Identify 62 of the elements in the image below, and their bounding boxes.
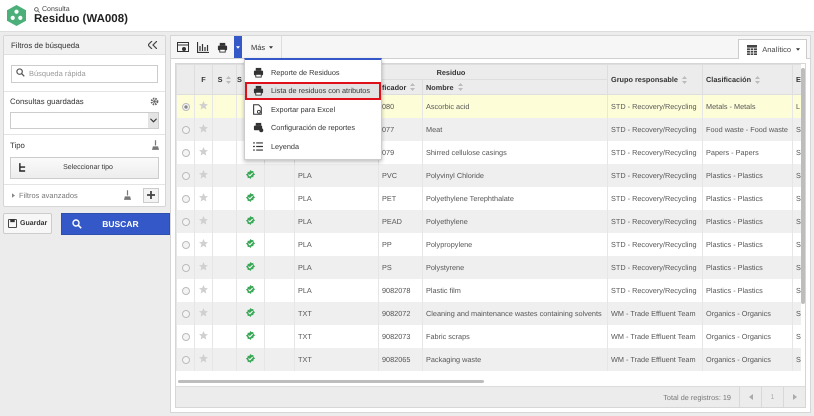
search-icon bbox=[72, 218, 82, 228]
page-title: Residuo (WA008) bbox=[34, 13, 128, 25]
bar-chart-icon[interactable] bbox=[197, 42, 209, 52]
search-icon bbox=[34, 6, 40, 12]
radio-button[interactable] bbox=[182, 172, 190, 180]
printer-icon bbox=[253, 85, 264, 96]
star-icon[interactable] bbox=[199, 124, 208, 133]
window-icon[interactable] bbox=[177, 42, 189, 52]
sort-icon[interactable] bbox=[682, 76, 687, 84]
caret-right-icon bbox=[792, 394, 796, 400]
radio-button[interactable] bbox=[182, 333, 190, 342]
star-icon[interactable] bbox=[199, 331, 208, 340]
star-icon[interactable] bbox=[199, 239, 208, 248]
vertical-scrollbar[interactable] bbox=[801, 68, 805, 304]
star-icon[interactable] bbox=[199, 285, 208, 294]
star-icon[interactable] bbox=[199, 193, 208, 202]
caret-down-icon bbox=[236, 46, 240, 48]
sort-icon[interactable] bbox=[755, 76, 760, 84]
printer-icon bbox=[217, 42, 228, 52]
radio-button[interactable] bbox=[182, 310, 190, 318]
radio-button[interactable] bbox=[182, 218, 190, 226]
star-icon[interactable] bbox=[199, 262, 208, 271]
sort-icon[interactable] bbox=[458, 83, 463, 91]
radio-button[interactable] bbox=[182, 264, 190, 272]
sort-icon[interactable] bbox=[226, 76, 232, 84]
caret-down-icon bbox=[796, 48, 800, 51]
radio-button[interactable] bbox=[182, 195, 190, 204]
printer-icon bbox=[253, 66, 264, 78]
caret-right-icon[interactable] bbox=[12, 192, 15, 198]
document-icon bbox=[253, 104, 262, 115]
caret-down-icon bbox=[269, 46, 274, 48]
chevron-down-icon bbox=[150, 118, 156, 122]
dropdown-button[interactable] bbox=[234, 36, 242, 58]
collapse-icon[interactable] bbox=[148, 41, 157, 49]
star-icon[interactable] bbox=[199, 101, 208, 110]
horizontal-scrollbar[interactable] bbox=[178, 380, 484, 383]
star-icon[interactable] bbox=[199, 216, 208, 225]
search-icon bbox=[16, 68, 25, 77]
caret-left-icon bbox=[748, 394, 752, 400]
star-icon[interactable] bbox=[199, 170, 208, 179]
radio-button[interactable] bbox=[182, 356, 190, 364]
list-icon bbox=[253, 142, 263, 151]
radio-button[interactable] bbox=[182, 149, 190, 158]
search-button[interactable]: BUSCAR bbox=[61, 212, 170, 234]
radio-button[interactable] bbox=[182, 287, 190, 296]
radio-button[interactable] bbox=[182, 241, 190, 250]
settings-icon[interactable] bbox=[150, 96, 159, 106]
saved-query-dropdown[interactable] bbox=[10, 112, 159, 128]
star-icon[interactable] bbox=[199, 354, 208, 363]
broom-icon[interactable] bbox=[124, 190, 131, 200]
tree-icon bbox=[19, 163, 26, 172]
add-button[interactable] bbox=[143, 188, 159, 202]
star-icon[interactable] bbox=[199, 147, 208, 156]
grid-icon bbox=[747, 44, 758, 54]
broom-icon[interactable] bbox=[152, 140, 159, 150]
plus-icon bbox=[147, 191, 155, 199]
printer-gear-icon bbox=[253, 122, 264, 134]
sort-icon[interactable] bbox=[410, 83, 416, 91]
star-icon[interactable] bbox=[199, 308, 208, 317]
radio-button[interactable] bbox=[182, 103, 190, 112]
recycle-logo-icon bbox=[7, 5, 26, 26]
radio-button[interactable] bbox=[182, 126, 190, 134]
